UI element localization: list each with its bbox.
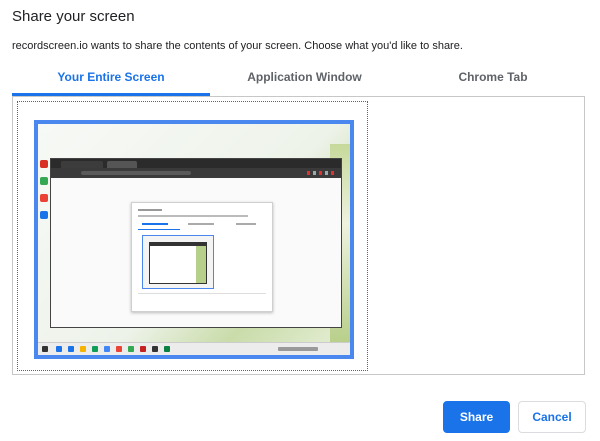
- screen-option[interactable]: [17, 101, 368, 371]
- share-button[interactable]: Share: [443, 401, 510, 433]
- cancel-button[interactable]: Cancel: [518, 401, 586, 433]
- desktop-preview-image: [38, 124, 350, 355]
- source-tabs: Your Entire Screen Application Window Ch…: [12, 62, 587, 96]
- dialog-title: Share your screen: [12, 8, 135, 25]
- source-list-panel: [12, 96, 585, 375]
- tab-chrome-tab[interactable]: Chrome Tab: [399, 62, 587, 93]
- dialog-subtitle: recordscreen.io wants to share the conte…: [12, 40, 463, 52]
- tab-entire-screen[interactable]: Your Entire Screen: [12, 62, 210, 93]
- screen-thumbnail[interactable]: [34, 120, 354, 359]
- tab-application-window[interactable]: Application Window: [210, 62, 399, 93]
